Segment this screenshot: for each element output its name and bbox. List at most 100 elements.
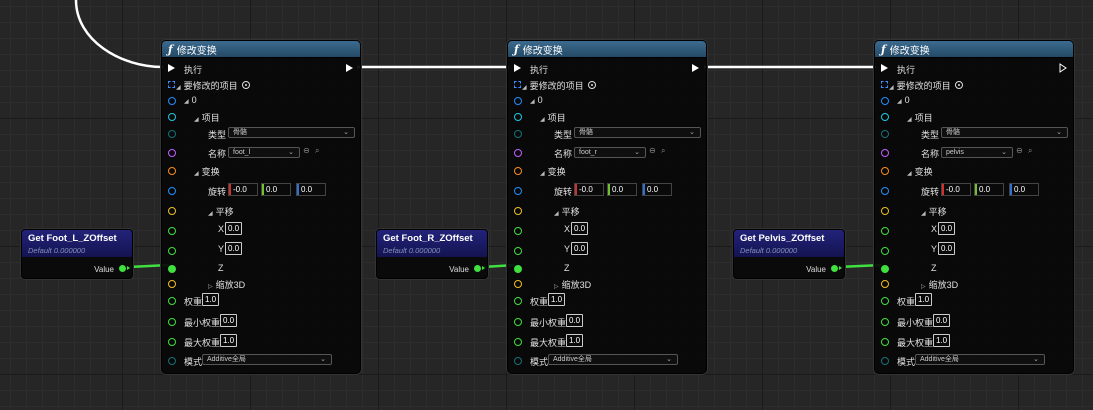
min-weight-pin-icon[interactable] — [881, 318, 889, 326]
min-weight-field[interactable]: 0.0 — [933, 314, 950, 327]
transform-pin-icon[interactable] — [168, 167, 176, 175]
x-pin-icon[interactable] — [514, 227, 522, 235]
reset-icon[interactable]: ⊖ — [649, 146, 656, 155]
weight-pin-icon[interactable] — [881, 297, 889, 305]
min-weight-field[interactable]: 0.0 — [566, 314, 583, 327]
enum-pin-icon[interactable] — [168, 130, 176, 138]
max-weight-field[interactable]: 1.0 — [220, 334, 237, 347]
rotator-pin-icon[interactable] — [514, 187, 522, 195]
max-weight-field[interactable]: 1.0 — [566, 334, 583, 347]
array-pin-icon[interactable] — [168, 81, 175, 88]
scale-pin-icon[interactable] — [168, 280, 176, 288]
weight-field[interactable]: 1.0 — [548, 293, 565, 306]
rotation-x-field[interactable]: -0.0 — [574, 183, 604, 196]
max-weight-pin-icon[interactable] — [514, 338, 522, 346]
node-header[interactable]: ƒ 修改变换 — [508, 41, 706, 58]
item-pin-icon[interactable] — [514, 113, 522, 121]
rotation-x-field[interactable]: -0.0 — [941, 183, 971, 196]
exec-out-pin-icon[interactable] — [1059, 63, 1067, 73]
mode-pin-icon[interactable] — [168, 357, 176, 365]
rotation-y-field[interactable]: 0.0 — [261, 183, 291, 196]
y-field[interactable]: 0.0 — [571, 242, 588, 255]
rotation-z-field[interactable]: 0.0 — [296, 183, 326, 196]
float-out-pin-icon[interactable] — [831, 265, 842, 272]
exec-in-pin-icon[interactable] — [168, 64, 175, 72]
name-pin-icon[interactable] — [168, 149, 176, 157]
rotator-pin-icon[interactable] — [881, 187, 889, 195]
max-weight-field[interactable]: 1.0 — [933, 334, 950, 347]
name-pin-icon[interactable] — [881, 149, 889, 157]
struct-pin-icon[interactable] — [168, 97, 176, 105]
rotation-y-field[interactable]: 0.0 — [607, 183, 637, 196]
name-dropdown[interactable]: foot_r ⌄ — [574, 147, 646, 158]
min-weight-field[interactable]: 0.0 — [220, 314, 237, 327]
rotation-z-field[interactable]: 0.0 — [642, 183, 672, 196]
float-out-pin-icon[interactable] — [474, 265, 485, 272]
node-header[interactable]: ƒ 修改变换 — [875, 41, 1073, 58]
y-field[interactable]: 0.0 — [225, 242, 242, 255]
weight-field[interactable]: 1.0 — [202, 293, 219, 306]
y-field[interactable]: 0.0 — [938, 242, 955, 255]
search-icon[interactable]: ⌕ — [1028, 146, 1032, 156]
name-pin-icon[interactable] — [514, 149, 522, 157]
struct-pin-icon[interactable] — [514, 97, 522, 105]
max-weight-pin-icon[interactable] — [881, 338, 889, 346]
y-pin-icon[interactable] — [168, 247, 176, 255]
vector-pin-icon[interactable] — [514, 207, 522, 215]
exec-out-pin-icon[interactable] — [692, 64, 699, 72]
exec-in-pin-icon[interactable] — [881, 64, 888, 72]
node-header[interactable]: ƒ 修改变换 — [162, 41, 360, 58]
mode-dropdown[interactable]: Additive全局 ⌄ — [548, 354, 678, 365]
mode-dropdown[interactable]: Additive全局 ⌄ — [915, 354, 1045, 365]
item-pin-icon[interactable] — [168, 113, 176, 121]
scale-pin-icon[interactable] — [514, 280, 522, 288]
exec-in-pin-icon[interactable] — [514, 64, 521, 72]
x-field[interactable]: 0.0 — [571, 222, 588, 235]
enum-pin-icon[interactable] — [881, 130, 889, 138]
struct-pin-icon[interactable] — [881, 97, 889, 105]
name-dropdown[interactable]: foot_l ⌄ — [228, 147, 300, 158]
mode-pin-icon[interactable] — [881, 357, 889, 365]
transform-pin-icon[interactable] — [514, 167, 522, 175]
type-dropdown[interactable]: 骨骼 ⌄ — [574, 127, 701, 138]
add-pin-icon[interactable] — [242, 81, 250, 89]
get-node-header[interactable]: Get Foot_L_ZOffset Default 0.000000 — [22, 230, 132, 257]
search-icon[interactable]: ⌕ — [661, 146, 665, 156]
y-pin-icon[interactable] — [514, 247, 522, 255]
reset-icon[interactable]: ⊖ — [303, 146, 310, 155]
z-pin-icon[interactable] — [514, 265, 522, 273]
max-weight-pin-icon[interactable] — [168, 338, 176, 346]
add-pin-icon[interactable] — [955, 81, 963, 89]
x-pin-icon[interactable] — [881, 227, 889, 235]
x-field[interactable]: 0.0 — [225, 222, 242, 235]
y-pin-icon[interactable] — [881, 247, 889, 255]
array-pin-icon[interactable] — [881, 81, 888, 88]
reset-icon[interactable]: ⊖ — [1016, 146, 1023, 155]
weight-field[interactable]: 1.0 — [915, 293, 932, 306]
modify-transform-node[interactable]: ƒ 修改变换 执行 ◢ 要修改的项目 ◢ 0 ◢ 项目 类型 骨骼 ⌄ 名称 pelvi… — [874, 40, 1074, 374]
get-node-header[interactable]: Get Pelvis_ZOffset Default 0.000000 — [734, 230, 844, 257]
weight-pin-icon[interactable] — [168, 297, 176, 305]
name-dropdown[interactable]: pelvis ⌄ — [941, 147, 1013, 158]
modify-transform-node[interactable]: ƒ 修改变换 执行 ◢ 要修改的项目 ◢ 0 ◢ 项目 类型 骨骼 ⌄ 名称 foot_… — [161, 40, 361, 374]
rotation-z-field[interactable]: 0.0 — [1009, 183, 1039, 196]
min-weight-pin-icon[interactable] — [514, 318, 522, 326]
get-variable-node[interactable]: Get Foot_R_ZOffset Default 0.000000 Valu… — [376, 229, 488, 279]
item-pin-icon[interactable] — [881, 113, 889, 121]
modify-transform-node[interactable]: ƒ 修改变换 执行 ◢ 要修改的项目 ◢ 0 ◢ 项目 类型 骨骼 ⌄ 名称 foot_… — [507, 40, 707, 374]
transform-pin-icon[interactable] — [881, 167, 889, 175]
min-weight-pin-icon[interactable] — [168, 318, 176, 326]
type-dropdown[interactable]: 骨骼 ⌄ — [228, 127, 355, 138]
vector-pin-icon[interactable] — [168, 207, 176, 215]
x-field[interactable]: 0.0 — [938, 222, 955, 235]
weight-pin-icon[interactable] — [514, 297, 522, 305]
z-pin-icon[interactable] — [168, 265, 176, 273]
search-icon[interactable]: ⌕ — [315, 146, 319, 156]
get-variable-node[interactable]: Get Pelvis_ZOffset Default 0.000000 Valu… — [733, 229, 845, 279]
x-pin-icon[interactable] — [168, 227, 176, 235]
rotation-x-field[interactable]: -0.0 — [228, 183, 258, 196]
float-out-pin-icon[interactable] — [119, 265, 130, 272]
add-pin-icon[interactable] — [588, 81, 596, 89]
get-node-header[interactable]: Get Foot_R_ZOffset Default 0.000000 — [377, 230, 487, 257]
exec-out-pin-icon[interactable] — [346, 64, 353, 72]
